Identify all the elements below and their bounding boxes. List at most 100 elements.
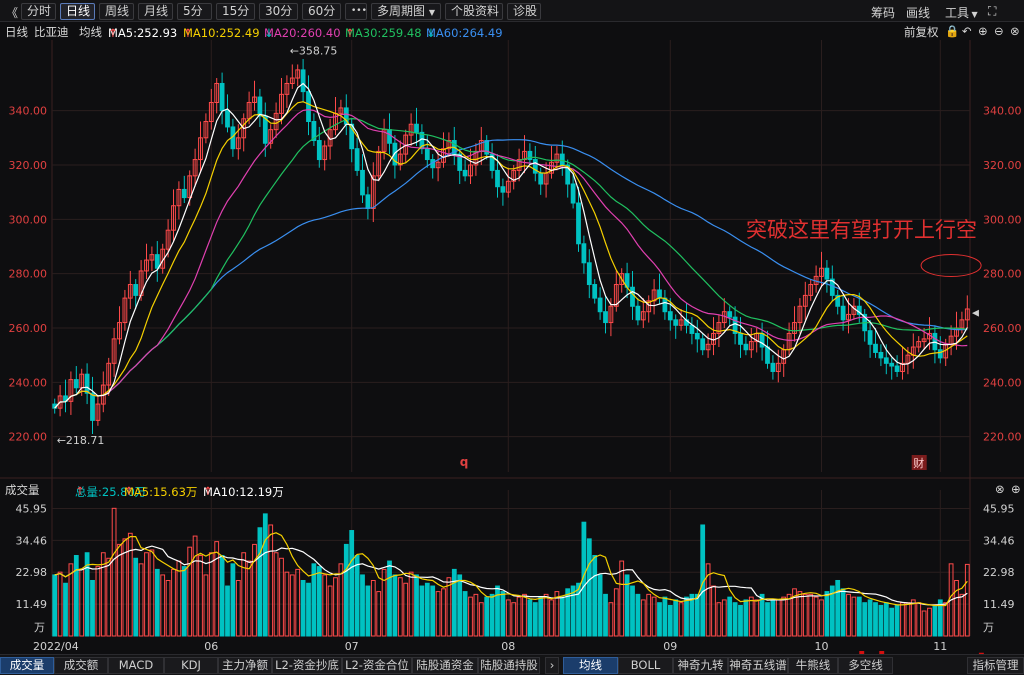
volume-bar-down bbox=[354, 555, 360, 637]
tab-main-net[interactable]: 主力净额 bbox=[218, 657, 272, 674]
tab-macd[interactable]: MACD bbox=[108, 657, 164, 674]
price-tick-label-right: 340.00 bbox=[983, 105, 1022, 118]
volume-bar-down bbox=[219, 555, 225, 637]
volume-bar-up bbox=[435, 591, 441, 637]
volume-bar-down bbox=[133, 557, 139, 637]
volume-bar-down bbox=[867, 599, 873, 637]
volume-tick-label-left: 45.95 bbox=[16, 502, 48, 515]
volume-bar-up bbox=[478, 602, 484, 637]
volume-bar-up bbox=[511, 602, 517, 637]
volume-bar-up bbox=[149, 549, 155, 637]
volume-bar-down bbox=[462, 591, 468, 637]
volume-bar-down bbox=[597, 574, 603, 637]
tab-long-short[interactable]: 多空线 bbox=[838, 657, 893, 674]
tab-magic-five[interactable]: 神奇五线谱 bbox=[728, 657, 788, 674]
volume-bar-up bbox=[95, 566, 101, 637]
volume-bar-down bbox=[73, 555, 79, 637]
volume-bar-up bbox=[468, 596, 473, 637]
volume-bar-up bbox=[397, 577, 403, 637]
tab-l2-bottom[interactable]: L2-资金抄底 bbox=[272, 657, 342, 674]
tab-bull-bear[interactable]: 牛熊线 bbox=[788, 657, 838, 674]
x-tick-label: 2022/04 bbox=[33, 640, 79, 653]
volume-bar-down bbox=[306, 582, 311, 637]
volume-bar-up bbox=[100, 552, 106, 637]
candle-down bbox=[500, 186, 506, 193]
volume-bar-down bbox=[316, 566, 322, 637]
tab-l2-position[interactable]: L2-资金合位 bbox=[342, 657, 412, 674]
volume-tick-label-right: 22.98 bbox=[983, 566, 1015, 579]
volume-bar-down bbox=[592, 555, 598, 637]
tab-magic-nine[interactable]: 神奇九转 bbox=[673, 657, 728, 674]
volume-bar-down bbox=[52, 574, 58, 637]
price-tick-label-right: 280.00 bbox=[983, 268, 1022, 281]
volume-bar-down bbox=[759, 593, 765, 637]
candle-down bbox=[462, 169, 468, 177]
volume-bar-up bbox=[748, 596, 754, 637]
volume-bar-up bbox=[273, 552, 279, 637]
volume-bar-down bbox=[932, 604, 938, 637]
candle-down bbox=[424, 148, 430, 161]
volume-bar-down bbox=[586, 538, 592, 637]
more-options-icon[interactable]: ⊕ bbox=[1011, 482, 1021, 496]
tab-turnover[interactable]: 成交额 bbox=[54, 657, 108, 674]
volume-bar-up bbox=[235, 579, 241, 637]
candle-down bbox=[673, 319, 679, 326]
candle-down bbox=[300, 69, 306, 93]
candle-down bbox=[181, 188, 187, 199]
candle-down bbox=[84, 373, 90, 394]
volume-bar-up bbox=[954, 579, 959, 637]
tab-ma[interactable]: 均线 bbox=[563, 657, 618, 674]
volume-bar-up bbox=[613, 588, 619, 637]
candle-down bbox=[765, 346, 770, 364]
volume-bar-up bbox=[198, 555, 203, 637]
volume-bar-up bbox=[959, 593, 965, 637]
tab-kdj[interactable]: KDJ bbox=[164, 657, 218, 674]
volume-tick-label-right: 11.49 bbox=[983, 598, 1015, 611]
volume-tick-label-left: 11.49 bbox=[16, 598, 48, 611]
candle-down bbox=[878, 351, 884, 359]
volume-bar-down bbox=[414, 574, 419, 637]
volume-bar-up bbox=[165, 579, 171, 637]
volume-tick-label-right: 45.95 bbox=[983, 502, 1015, 515]
candle-down bbox=[630, 286, 635, 307]
candle-down bbox=[635, 305, 641, 321]
tab-hk-connect-holdings[interactable]: 陆股通持股 bbox=[478, 657, 540, 674]
volume-bar-down bbox=[419, 585, 425, 637]
volume-bar-up bbox=[203, 574, 209, 637]
candle-down bbox=[538, 172, 544, 185]
kline-chart[interactable]: 220.00 220.00 240.00 240.00 260.00 260.00 280.… bbox=[0, 0, 1024, 675]
volume-bar-up bbox=[403, 582, 409, 637]
volume-unit-right: 万 bbox=[983, 621, 994, 634]
candle-down bbox=[257, 96, 263, 117]
candle-down bbox=[662, 297, 668, 313]
volume-bar-down bbox=[673, 599, 679, 637]
chevron-right-icon[interactable]: › bbox=[545, 657, 559, 674]
tab-boll[interactable]: BOLL bbox=[618, 657, 673, 674]
tab-hk-connect-funds[interactable]: 陆股通资金 bbox=[412, 657, 478, 674]
candle-down bbox=[873, 343, 878, 353]
volume-bar-up bbox=[268, 524, 274, 637]
candle-down bbox=[700, 338, 706, 351]
current-price-pointer: ◀ bbox=[972, 309, 979, 319]
indicator-manage-button[interactable]: 指标管理 bbox=[967, 657, 1024, 674]
volume-bar-down bbox=[343, 543, 349, 637]
volume-bar-down bbox=[862, 602, 868, 637]
volume-bar-down bbox=[349, 530, 355, 637]
volume-bar-up bbox=[943, 602, 949, 637]
candle-down bbox=[90, 392, 95, 421]
candle-down bbox=[306, 91, 311, 123]
volume-legend: 成交量 总量:25.80万 ↑ MA5:15.63万 ↑ MA10:12.19万 ↑ … bbox=[0, 480, 1024, 499]
price-tick-label-left: 340.00 bbox=[9, 105, 48, 118]
tab-volume[interactable]: 成交量 bbox=[0, 657, 54, 674]
close-indicator-icon[interactable]: ⊗ bbox=[995, 482, 1005, 496]
volume-bar-up bbox=[187, 546, 193, 637]
price-tick-label-left: 220.00 bbox=[9, 431, 48, 444]
volume-bar-up bbox=[333, 577, 338, 637]
x-tick-label: 07 bbox=[345, 640, 359, 653]
volume-bar-up bbox=[516, 596, 522, 637]
candle-down bbox=[225, 110, 230, 128]
ma30-line bbox=[54, 117, 968, 409]
volume-bar-up bbox=[905, 602, 911, 637]
candle-down bbox=[727, 311, 733, 318]
volume-bar-down bbox=[257, 527, 263, 637]
